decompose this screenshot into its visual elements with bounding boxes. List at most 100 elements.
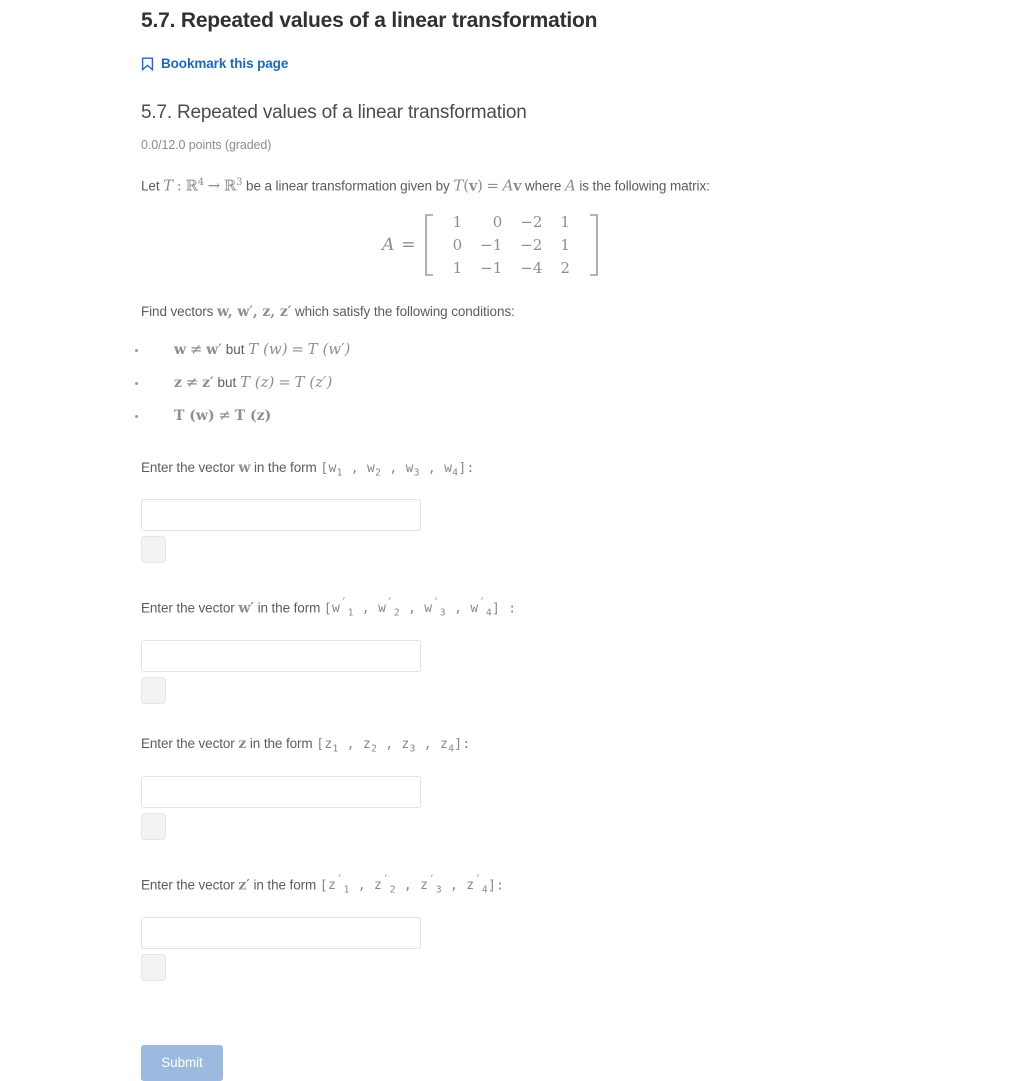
- answer-field-group: Enter the vector z′ in the form [z′1 , z…: [141, 870, 901, 981]
- label-form-components: w′1 , w′2 , w′3 , w′4: [332, 596, 493, 620]
- matrix-cell: −2: [520, 235, 543, 254]
- label-form-close: ] :: [492, 601, 517, 617]
- not-equal-icon: ≠: [218, 405, 231, 424]
- equation-paren-close: ): [477, 176, 483, 195]
- label-prefix: Enter the vector: [141, 600, 235, 616]
- condition-item: T (w) ≠ T (z): [135, 403, 901, 428]
- answer-input[interactable]: [141, 640, 421, 673]
- label-vector-symbol: w: [238, 459, 251, 476]
- matrix-cell: 1: [560, 212, 570, 231]
- label-form-components: w1 , w2 , w3 , w4: [328, 460, 459, 479]
- matrix-row: 1 0 −2 1: [444, 211, 579, 234]
- label-form-components: z′1 , z′2 , z′3 , z′4: [327, 872, 488, 896]
- equation-argument: v: [468, 178, 478, 195]
- answer-preview-toggle[interactable]: [141, 677, 166, 705]
- condition-right: w′: [206, 341, 222, 358]
- answer-field-group: Enter the vector w′ in the form [w′1 , w…: [141, 593, 901, 705]
- answer-input[interactable]: [141, 499, 421, 532]
- matrix-lhs-symbol: A: [382, 235, 395, 255]
- page-title: 5.7. Repeated values of a linear transfo…: [141, 9, 598, 32]
- find-vector-symbols: w, w′, z, z′: [216, 303, 292, 320]
- answer-field-label: Enter the vector z′ in the form [z′1 , z…: [141, 870, 901, 901]
- condition-eq-lhs: T (w): [248, 339, 288, 358]
- matrix-equals-sign: =: [401, 235, 416, 255]
- codomain-symbol: ℝ: [223, 176, 237, 195]
- find-suffix: which satisfy the following conditions:: [294, 303, 515, 319]
- answer-field-label: Enter the vector w in the form [w1 , w2 …: [141, 458, 901, 484]
- find-vectors-line: Find vectors w, w′, z, z′ which satisfy …: [141, 304, 901, 320]
- bookmark-icon: [141, 57, 154, 71]
- bookmark-label: Bookmark this page: [161, 56, 289, 71]
- statement-colon: :: [176, 176, 182, 195]
- answer-field-label: Enter the vector w′ in the form [w′1 , w…: [141, 593, 901, 624]
- matrix-cell: −4: [520, 258, 543, 277]
- condition-connector: but: [217, 374, 237, 390]
- label-form-open: [: [319, 877, 328, 893]
- label-form-close: ]:: [454, 737, 471, 753]
- statement-where: where: [525, 178, 562, 194]
- label-form-close: ]:: [458, 460, 475, 476]
- answer-input[interactable]: [141, 775, 421, 808]
- not-equal-icon: ≠: [189, 339, 203, 358]
- statement-middle: be a linear transformation given by: [246, 178, 450, 194]
- submit-button[interactable]: Submit: [141, 1044, 223, 1081]
- condition-eq-lhs: T (z): [240, 372, 275, 391]
- codomain-exponent: 3: [236, 177, 243, 188]
- matrix-cell: 1: [560, 235, 570, 254]
- equation-matrix-symbol: A: [502, 176, 514, 195]
- matrix-cell: 1: [452, 258, 463, 277]
- label-middle: in the form: [253, 459, 317, 475]
- equation-vector-symbol: v: [513, 178, 522, 195]
- matrix-symbol-inline: A: [564, 176, 576, 195]
- equation-equals: =: [486, 176, 499, 195]
- equals-icon: =: [291, 339, 304, 358]
- answer-fields: Enter the vector w in the form [ w1 , w2 …: [141, 458, 901, 981]
- label-middle: in the form: [257, 600, 321, 616]
- condition-eq-rhs: T (z′): [294, 372, 333, 391]
- matrix-cell: 1: [452, 212, 463, 231]
- problem-statement: Let T : ℝ4 → ℝ3 be a linear transformati…: [141, 173, 901, 197]
- condition-connector: but: [225, 341, 245, 357]
- matrix-cell: 0: [452, 235, 463, 254]
- label-prefix: Enter the vector: [141, 876, 235, 892]
- problem-title: 5.7. Repeated values of a linear transfo…: [141, 102, 527, 123]
- matrix-row: 0 −1 −2 1: [444, 234, 579, 257]
- submit-row: Submit: [141, 1044, 901, 1081]
- label-vector-symbol: z: [238, 736, 247, 753]
- equation-lhs: T: [453, 176, 464, 195]
- content-column: 5.7. Repeated values of a linear transfo…: [135, 0, 901, 1081]
- domain-symbol: ℝ: [185, 176, 198, 195]
- domain-exponent: 4: [197, 177, 204, 188]
- matrix-row: 1 −1 −4 2: [444, 257, 579, 280]
- matrix-cell: −1: [480, 258, 503, 277]
- condition-left: T (w): [174, 407, 215, 424]
- matrix-cell: 0: [492, 212, 503, 231]
- answer-preview-toggle[interactable]: [141, 536, 166, 564]
- label-vector-symbol: w′: [238, 600, 254, 617]
- answer-input[interactable]: [141, 916, 421, 949]
- answer-field-group: Enter the vector z in the form [z1 , z2 …: [141, 734, 901, 840]
- bookmark-this-page-button[interactable]: Bookmark this page: [141, 56, 288, 71]
- right-bracket-icon: [588, 214, 600, 276]
- transform-symbol: T: [163, 176, 174, 195]
- arrow-symbol: →: [207, 176, 221, 195]
- equals-icon: =: [278, 372, 291, 391]
- find-prefix: Find vectors: [141, 303, 214, 319]
- label-form-close: ]:: [487, 877, 505, 893]
- label-prefix: Enter the vector: [141, 459, 235, 475]
- statement-prefix: Let: [141, 178, 160, 194]
- condition-left: z: [174, 374, 182, 391]
- condition-item: w ≠ w′ but T (w) = T (w′): [135, 337, 901, 362]
- condition-eq-rhs: T (w′): [307, 339, 351, 358]
- answer-preview-toggle[interactable]: [141, 953, 166, 981]
- points-status: 0.0/12.0 points (graded): [141, 138, 272, 152]
- left-bracket-icon: [423, 214, 435, 276]
- matrix-cell: −2: [520, 212, 543, 231]
- statement-suffix: is the following matrix:: [579, 178, 710, 194]
- answer-preview-toggle[interactable]: [141, 812, 166, 840]
- condition-right: z′: [202, 374, 214, 391]
- label-middle: in the form: [253, 876, 317, 892]
- conditions-list: w ≠ w′ but T (w) = T (w′) z ≠ z′ but T (z…: [135, 337, 901, 428]
- problem-page: 5.7. Repeated values of a linear transfo…: [0, 0, 1024, 1081]
- label-prefix: Enter the vector: [141, 736, 235, 752]
